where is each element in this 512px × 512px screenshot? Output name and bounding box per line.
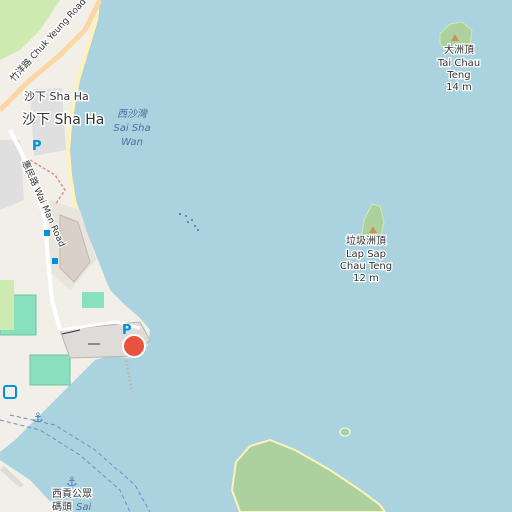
pier-label-partial: Sai (76, 502, 91, 512)
bus-stop-icon[interactable] (44, 230, 50, 236)
pier-label-chinese: 西貢公眾 (52, 488, 92, 500)
bus-stop-icon[interactable] (52, 258, 58, 264)
anchor-icon: ⚓ (66, 475, 78, 490)
pier-label-chinese-2: 碼頭 (52, 501, 72, 512)
place-label-sha-ha: 沙下 Sha Ha (24, 90, 89, 103)
place-label-sha-ha-large: 沙下 Sha Ha (22, 112, 104, 128)
location-marker-icon[interactable] (122, 334, 146, 358)
peak-label-tai-chau-elevation: 14 m (446, 82, 472, 93)
peak-label-lap-sap-chinese: 垃圾洲頂 (346, 234, 386, 247)
green-area (82, 292, 104, 308)
peak-label-lap-sap-elevation: 12 m (353, 273, 379, 284)
park-area (0, 280, 14, 330)
water-label-line1: Sai Sha (113, 123, 150, 134)
peak-label-tai-chau-chinese: 大洲頂 (444, 43, 474, 56)
peak-label-tai-chau-name2: Teng (446, 70, 470, 81)
anchor-icon: ⚓ (32, 411, 44, 426)
peak-label-tai-chau-name1: Tai Chau (437, 58, 480, 69)
map-canvas[interactable]: P P ⚓ ⚓ 沙下 Sha Ha 沙下 Sha Ha 西沙灣 Sai Sha … (0, 0, 512, 512)
water-label-chinese: 西沙灣 (117, 108, 149, 120)
water-label-line2: Wan (121, 137, 143, 148)
sports-ground-2 (29, 354, 71, 386)
peak-label-lap-sap-name1: Lap Sap (346, 249, 386, 260)
parking-icon[interactable]: P (32, 139, 42, 154)
small-islet (339, 427, 351, 437)
peak-label-lap-sap-name2: Chau Teng (340, 261, 392, 272)
